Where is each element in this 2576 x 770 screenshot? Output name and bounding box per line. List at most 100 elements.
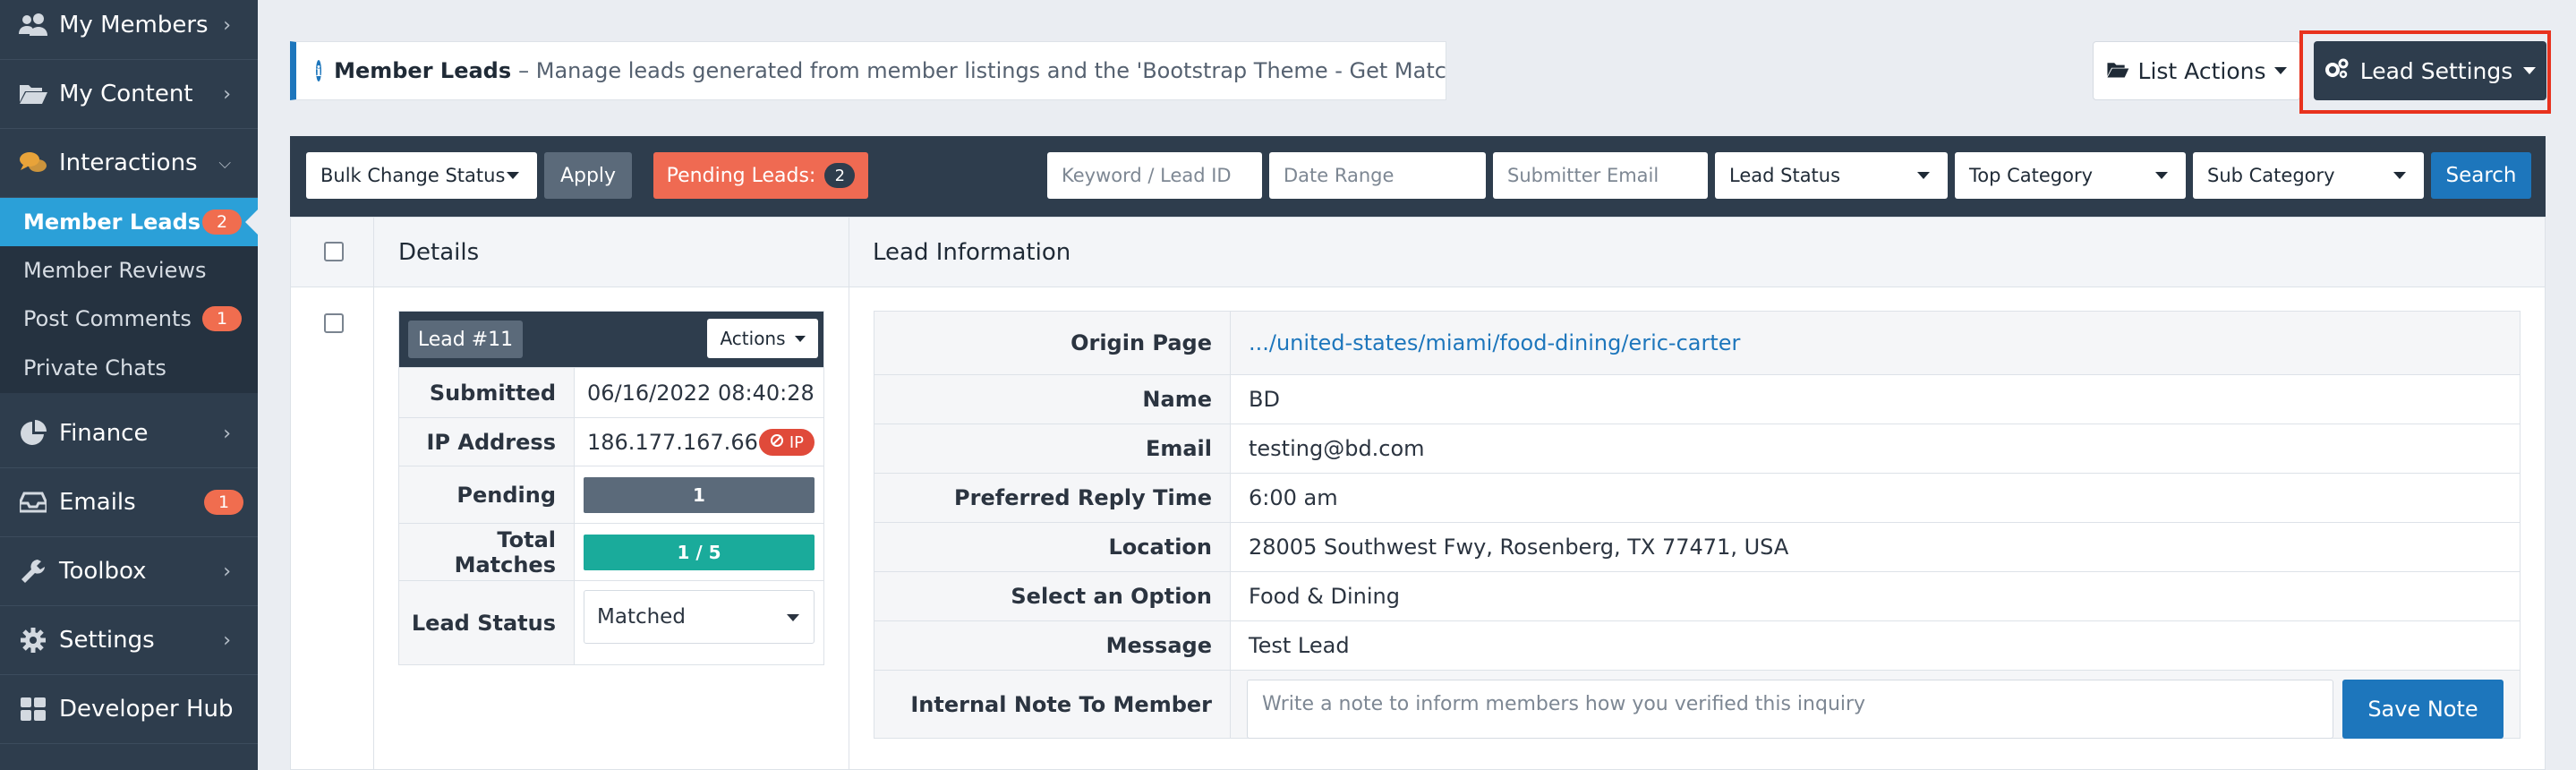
page-header-info: i Member Leads – Manage leads generated … <box>290 41 1446 100</box>
ip-block-button[interactable]: IP <box>758 429 815 456</box>
sidebar-item-label: My Content <box>59 81 193 107</box>
reply-time-value: 6:00 am <box>1249 485 1338 510</box>
internal-note-textarea[interactable]: Write a note to inform members how you v… <box>1247 680 2333 739</box>
reply-time-label: Preferred Reply Time <box>874 474 1231 522</box>
keyword-input[interactable]: Keyword / Lead ID <box>1047 152 1262 199</box>
lead-information-table: Origin Page .../united-states/miami/food… <box>874 311 2521 739</box>
search-button[interactable]: Search <box>2431 152 2531 199</box>
select-all-checkbox[interactable] <box>324 242 344 261</box>
info-icon: i <box>316 60 322 81</box>
option-value: Food & Dining <box>1249 584 1400 609</box>
count-badge: 2 <box>202 210 242 235</box>
sidebar: My Members › My Content › Interactions ⌵… <box>0 0 259 770</box>
sub-category-label: Sub Category <box>2207 165 2335 186</box>
pending-cell: 1 <box>575 466 823 523</box>
internal-note-label: Internal Note To Member <box>874 671 1231 738</box>
ip-badge-label: IP <box>789 432 804 452</box>
name-label: Name <box>874 375 1231 424</box>
sidebar-item-label: Member Reviews <box>23 258 207 283</box>
leads-table: Details Lead Information Lead #11 Action… <box>290 217 2546 770</box>
date-range-input[interactable]: Date Range <box>1269 152 1486 199</box>
top-category-label: Top Category <box>1969 165 2094 186</box>
caret-down-icon <box>2274 67 2288 74</box>
filter-bar: Bulk Change Status Apply Pending Leads: … <box>290 136 2546 217</box>
folder-open-icon <box>2106 58 2129 84</box>
reply-time-row: Preferred Reply Time 6:00 am <box>874 473 2520 522</box>
chevron-down-icon: ⌵ <box>218 153 231 173</box>
lead-actions-label: Actions <box>720 328 786 349</box>
gears-icon <box>2324 57 2350 84</box>
sidebar-item-label: Post Comments <box>23 306 192 331</box>
grid-icon <box>18 694 48 724</box>
active-indicator <box>245 209 259 235</box>
caret-down-icon <box>2393 172 2406 179</box>
pending-label: Pending <box>399 466 575 523</box>
sidebar-item-label: My Members <box>59 12 209 38</box>
ip-label: IP Address <box>399 418 575 466</box>
sidebar-item-post-comments[interactable]: Post Comments 1 <box>0 295 258 343</box>
sidebar-item-finance[interactable]: Finance › <box>0 399 258 468</box>
chevron-right-icon: › <box>223 422 231 445</box>
folder-open-icon <box>18 79 48 109</box>
email-value: testing@bd.com <box>1249 436 1425 461</box>
lead-status-label: Lead Status <box>1729 165 1841 186</box>
sidebar-item-private-chats[interactable]: Private Chats <box>0 343 258 393</box>
sidebar-item-my-members[interactable]: My Members › <box>0 0 258 60</box>
lead-settings-button[interactable]: Lead Settings <box>2314 41 2546 100</box>
sidebar-item-member-reviews[interactable]: Member Reviews <box>0 246 258 295</box>
caret-down-icon <box>794 335 806 342</box>
page-description: – Manage leads generated from member lis… <box>518 58 1446 83</box>
name-row: Name BD <box>874 374 2520 424</box>
list-actions-label: List Actions <box>2137 57 2266 84</box>
list-actions-button[interactable]: List Actions <box>2093 41 2300 100</box>
save-note-button[interactable]: Save Note <box>2342 680 2503 739</box>
lead-status-select[interactable]: Matched <box>584 590 815 644</box>
bulk-status-label: Bulk Change Status <box>320 165 506 186</box>
pie-chart-icon <box>18 418 48 449</box>
users-icon <box>18 10 48 40</box>
sidebar-item-toolbox[interactable]: Toolbox › <box>0 537 258 606</box>
origin-page-link[interactable]: .../united-states/miami/food-dining/eric… <box>1249 312 2502 374</box>
apply-button[interactable]: Apply <box>544 152 632 199</box>
count-badge: 1 <box>204 490 243 515</box>
matches-cell: 1 / 5 <box>575 524 823 580</box>
lead-status-cell: Matched <box>575 581 823 664</box>
option-row: Select an Option Food & Dining <box>874 571 2520 620</box>
column-header-lead-info: Lead Information <box>873 238 1071 266</box>
sidebar-item-interactions[interactable]: Interactions ⌵ <box>0 129 258 198</box>
lead-submitted-row: Submitted 06/16/2022 08:40:28 <box>399 367 823 417</box>
sidebar-item-settings[interactable]: Settings › <box>0 606 258 675</box>
total-matches-bar: 1 / 5 <box>584 535 815 570</box>
chevron-right-icon: › <box>223 13 231 37</box>
ban-icon <box>770 433 784 452</box>
lead-pending-row: Pending 1 <box>399 466 823 523</box>
internal-note-row: Internal Note To Member Write a note to … <box>874 670 2520 739</box>
location-label: Location <box>874 523 1231 571</box>
origin-page-label: Origin Page <box>874 312 1231 374</box>
lead-actions-button[interactable]: Actions <box>707 319 818 358</box>
bulk-change-status-select[interactable]: Bulk Change Status <box>306 152 537 199</box>
comments-icon <box>18 148 48 178</box>
email-label: Email <box>874 424 1231 473</box>
pending-leads-button[interactable]: Pending Leads: 2 <box>653 152 868 199</box>
message-value: Test Lead <box>1249 633 1350 658</box>
sidebar-item-label: Interactions <box>59 150 198 176</box>
sidebar-item-member-leads[interactable]: Member Leads 2 <box>0 198 259 246</box>
chevron-right-icon: › <box>223 82 231 106</box>
top-category-select[interactable]: Top Category <box>1955 152 2186 199</box>
sidebar-item-emails[interactable]: Emails 1 <box>0 468 258 537</box>
row-checkbox[interactable] <box>324 313 344 333</box>
lead-status-row: Lead Status Matched <box>399 580 823 664</box>
sub-category-select[interactable]: Sub Category <box>2193 152 2424 199</box>
gear-icon <box>18 625 48 655</box>
sidebar-item-label: Emails <box>59 489 136 516</box>
lead-status-select[interactable]: Lead Status <box>1715 152 1948 199</box>
lead-ip-row: IP Address 186.177.167.66 IP <box>399 417 823 466</box>
submitter-email-input[interactable]: Submitter Email <box>1493 152 1708 199</box>
submitted-label: Submitted <box>399 368 575 417</box>
caret-down-icon <box>1917 172 1930 179</box>
name-value: BD <box>1249 387 1280 412</box>
table-header: Details Lead Information <box>291 218 2545 287</box>
sidebar-item-my-content[interactable]: My Content › <box>0 60 258 129</box>
sidebar-item-developer-hub[interactable]: Developer Hub <box>0 675 258 744</box>
